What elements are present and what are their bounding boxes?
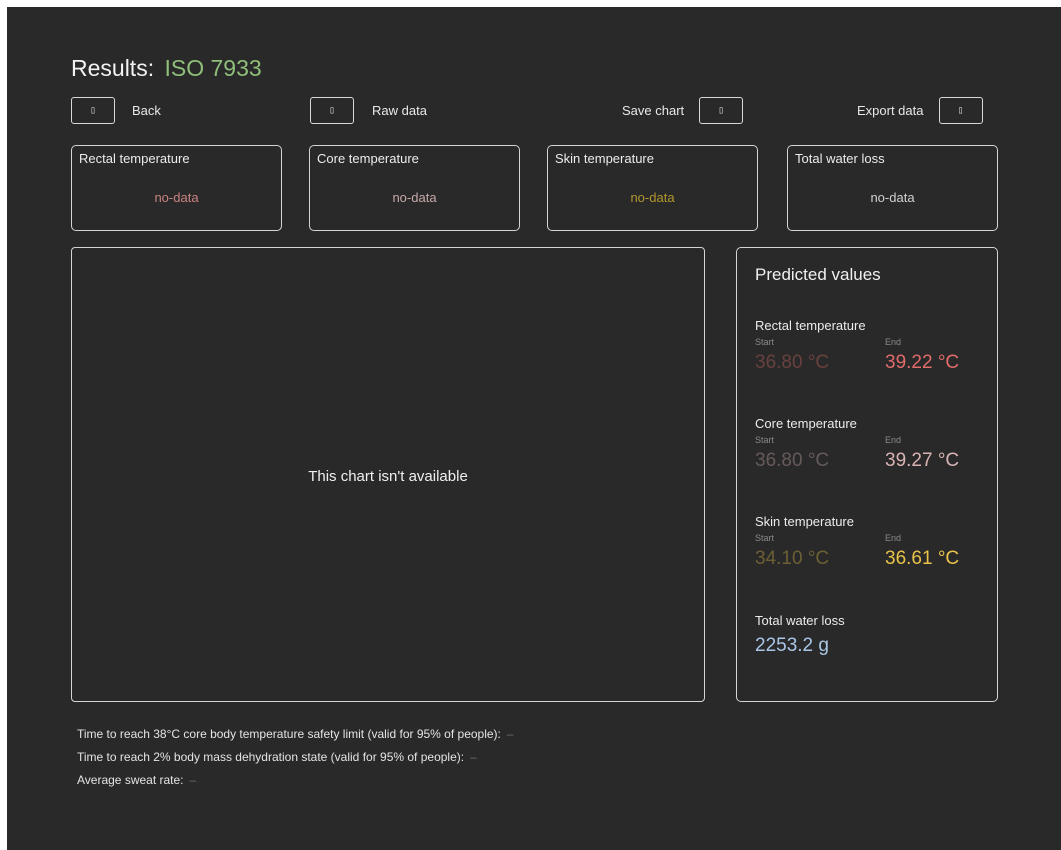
start-caption: Start [755,337,775,347]
card-label: Skin temperature [555,151,654,166]
total-water-loss-card: Total water loss no-data [787,145,998,231]
card-label: Total water loss [795,151,885,166]
raw-data-icon: ▯ [310,97,354,124]
core-temp-limit-line: Time to reach 38°C core body temperature… [77,727,514,741]
back-icon: ▯ [71,97,115,124]
card-label: Rectal temperature [79,151,190,166]
save-chart-label: Save chart [622,103,685,118]
standard-name: ISO 7933 [164,55,262,81]
rectal-temperature-card: Rectal temperature no-data [71,145,282,231]
predicted-values-panel: Predicted values Rectal temperature Star… [736,247,998,702]
end-caption: End [885,337,902,347]
back-button[interactable]: ▯ Back [71,96,161,125]
chart-area: This chart isn't available [71,247,705,702]
predicted-values-title: Predicted values [755,265,881,284]
card-value: no-data [154,190,199,205]
skin-temperature-card: Skin temperature no-data [547,145,758,231]
sweat-rate-line: Average sweat rate: – [77,773,196,787]
predicted-skin-end: 36.61 °C [885,548,960,569]
export-data-button[interactable]: Export data ▯ [857,96,983,125]
predicted-core-end: 39.27 °C [885,450,960,471]
end-caption: End [885,533,902,543]
predicted-rectal-section: Rectal temperature Start End 36.80 °C 39… [755,318,985,373]
predicted-rectal-start: 36.80 °C [755,352,830,373]
save-chart-icon: ▯ [699,97,744,124]
raw-data-label: Raw data [372,103,427,118]
start-caption: Start [755,533,775,543]
predicted-core-section: Core temperature Start End 36.80 °C 39.2… [755,416,985,471]
predicted-water-section: Total water loss 2253.2 g [755,613,985,656]
predicted-skin-start: 34.10 °C [755,548,830,569]
predicted-skin-section: Skin temperature Start End 34.10 °C 36.6… [755,514,985,569]
predicted-core-start: 36.80 °C [755,450,830,471]
start-caption: Start [755,435,775,445]
card-value: no-data [870,190,915,205]
end-caption: End [885,435,902,445]
predicted-rectal-end: 39.22 °C [885,352,960,373]
chart-unavailable-message: This chart isn't available [308,468,468,485]
sweat-rate-value: – [189,773,197,787]
predicted-water-value: 2253.2 g [755,635,829,656]
predicted-water-label: Total water loss [755,613,845,628]
page-title: Results: ISO 7933 [71,55,262,82]
core-temperature-card: Core temperature no-data [309,145,520,231]
card-label: Core temperature [317,151,419,166]
predicted-rectal-label: Rectal temperature [755,318,866,333]
predicted-skin-label: Skin temperature [755,514,854,529]
title-label: Results: [71,55,155,81]
core-temp-limit-value: – [506,727,514,741]
core-temp-limit-text: Time to reach 38°C core body temperature… [77,727,501,741]
predicted-core-label: Core temperature [755,416,857,431]
card-value: no-data [630,190,675,205]
export-data-icon: ▯ [938,97,983,124]
raw-data-button[interactable]: ▯ Raw data [310,96,427,125]
save-chart-button[interactable]: Save chart ▯ [622,96,744,125]
dehydration-text: Time to reach 2% body mass dehydration s… [77,750,465,764]
card-value: no-data [392,190,437,205]
back-label: Back [132,103,161,118]
sweat-rate-text: Average sweat rate: [77,773,184,787]
dehydration-value: – [470,750,477,764]
dehydration-line: Time to reach 2% body mass dehydration s… [77,750,477,764]
export-data-label: Export data [857,103,924,118]
